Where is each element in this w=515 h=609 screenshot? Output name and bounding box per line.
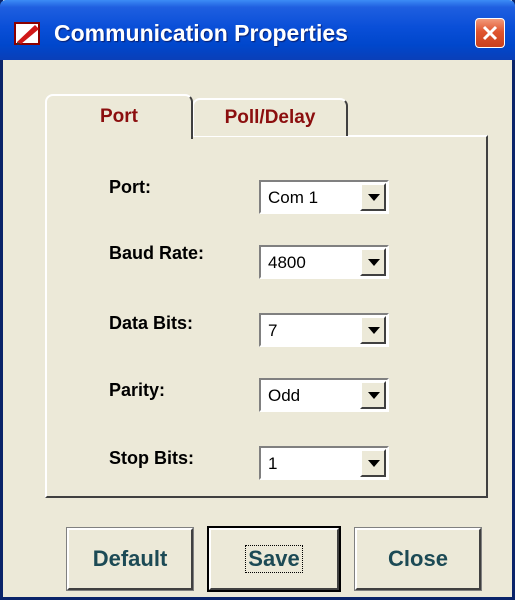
baud-rate-label: Baud Rate: bbox=[109, 243, 205, 263]
chevron-down-icon bbox=[368, 259, 380, 266]
data-bits-select[interactable]: 7 bbox=[259, 313, 389, 347]
baud-rate-select[interactable]: 4800 bbox=[259, 245, 389, 279]
data-bits-label: Data Bits: bbox=[109, 313, 194, 333]
port-label: Port: bbox=[109, 177, 151, 197]
parity-select[interactable]: Odd bbox=[259, 378, 389, 412]
data-bits-dropdown-button[interactable] bbox=[360, 316, 386, 344]
save-button-label: Save bbox=[245, 545, 303, 573]
baud-rate-value: 4800 bbox=[268, 253, 306, 272]
parity-label: Parity: bbox=[109, 380, 166, 400]
baud-rate-dropdown-button[interactable] bbox=[360, 248, 386, 276]
chevron-down-icon bbox=[368, 392, 380, 399]
app-icon bbox=[13, 20, 43, 46]
stop-bits-value: 1 bbox=[268, 454, 278, 473]
tab-port[interactable]: Port bbox=[45, 94, 193, 139]
close-window-button[interactable] bbox=[475, 18, 505, 48]
port-select[interactable]: Com 1 bbox=[259, 180, 389, 214]
parity-value: Odd bbox=[268, 386, 301, 405]
port-dropdown-button[interactable] bbox=[360, 183, 386, 211]
default-button[interactable]: Default bbox=[66, 527, 194, 591]
chevron-down-icon bbox=[368, 194, 380, 201]
save-button[interactable]: Save bbox=[207, 526, 341, 592]
parity-dropdown-button[interactable] bbox=[360, 381, 386, 409]
stop-bits-label: Stop Bits: bbox=[109, 448, 194, 468]
window-title: Communication Properties bbox=[54, 20, 348, 46]
tab-poll-delay[interactable]: Poll/Delay bbox=[192, 98, 348, 136]
title-bar[interactable]: Communication Properties bbox=[0, 0, 515, 60]
chevron-down-icon bbox=[368, 460, 380, 467]
chevron-down-icon bbox=[368, 327, 380, 334]
port-value: Com 1 bbox=[268, 188, 319, 207]
close-button[interactable]: Close bbox=[354, 527, 482, 591]
stop-bits-select[interactable]: 1 bbox=[259, 446, 389, 480]
stop-bits-dropdown-button[interactable] bbox=[360, 449, 386, 477]
close-icon bbox=[482, 25, 498, 41]
data-bits-value: 7 bbox=[268, 321, 278, 340]
